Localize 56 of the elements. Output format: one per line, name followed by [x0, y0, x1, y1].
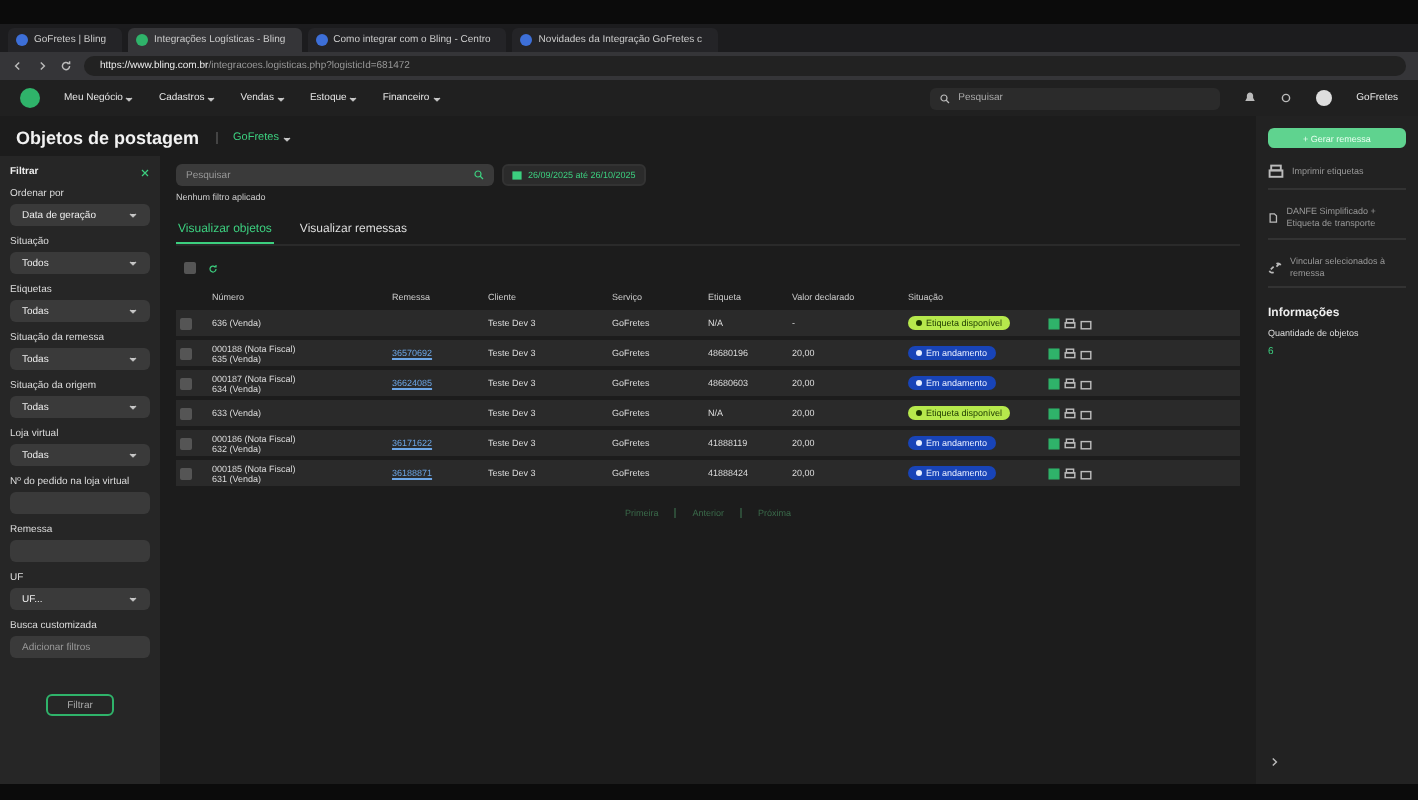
row-checkbox[interactable]: [180, 437, 192, 449]
row-checkbox[interactable]: [180, 377, 192, 389]
caret-icon: [431, 93, 442, 103]
caret-icon: [128, 450, 138, 460]
row-checkbox[interactable]: [180, 407, 192, 419]
printer-icon[interactable]: [1064, 467, 1076, 479]
back-icon: [12, 60, 24, 72]
divider-icon: [736, 508, 746, 518]
caret-icon: [128, 210, 138, 220]
printer-icon[interactable]: [1064, 377, 1076, 389]
calendar-icon: [512, 170, 522, 180]
refresh-icon[interactable]: [208, 263, 218, 273]
box-icon[interactable]: [1080, 377, 1092, 389]
logo-icon[interactable]: [20, 88, 40, 108]
box-icon[interactable]: [1080, 407, 1092, 419]
row-checkbox[interactable]: [180, 347, 192, 359]
logo-icon[interactable]: [1048, 407, 1060, 419]
caret-icon: [128, 354, 138, 364]
divider-icon: [670, 508, 681, 518]
caret-icon: [275, 93, 286, 103]
logo-icon[interactable]: [1048, 377, 1060, 389]
caret-icon: [206, 93, 217, 103]
close-icon[interactable]: [140, 167, 150, 177]
chevron-icon[interactable]: [1268, 756, 1280, 768]
box-icon[interactable]: [1080, 347, 1092, 359]
logo-icon[interactable]: [1048, 317, 1060, 329]
box-icon[interactable]: [1080, 437, 1092, 449]
reload-icon: [60, 60, 72, 72]
caret-icon: [282, 133, 293, 143]
logo-icon[interactable]: [1048, 467, 1060, 479]
printer-icon[interactable]: [1064, 407, 1076, 419]
box-icon[interactable]: [1080, 317, 1092, 329]
printer-icon[interactable]: [1064, 347, 1076, 359]
logo-icon[interactable]: [1048, 347, 1060, 359]
row-checkbox[interactable]: [180, 317, 192, 329]
avatar[interactable]: [1316, 90, 1333, 106]
search-icon: [474, 170, 484, 180]
row-checkbox[interactable]: [180, 467, 192, 479]
link-icon: [1268, 259, 1283, 276]
page-title: Objetos de postagem: [16, 128, 200, 148]
printer-icon[interactable]: [1064, 437, 1076, 449]
caret-icon: [128, 594, 138, 604]
logo-icon[interactable]: [1048, 437, 1060, 449]
forward-icon: [36, 60, 48, 72]
caret-icon: [128, 258, 138, 268]
search-icon: [940, 93, 951, 103]
printer-icon[interactable]: [1064, 317, 1076, 329]
caret-icon: [128, 306, 138, 316]
caret-icon: [348, 93, 359, 103]
caret-icon: [128, 402, 138, 412]
printer-icon: [1268, 164, 1284, 180]
caret-icon: [124, 93, 135, 103]
box-icon[interactable]: [1080, 467, 1092, 479]
select-all-checkbox[interactable]: [184, 262, 196, 274]
document-icon: [1268, 209, 1279, 226]
bell-icon[interactable]: [1244, 92, 1257, 104]
